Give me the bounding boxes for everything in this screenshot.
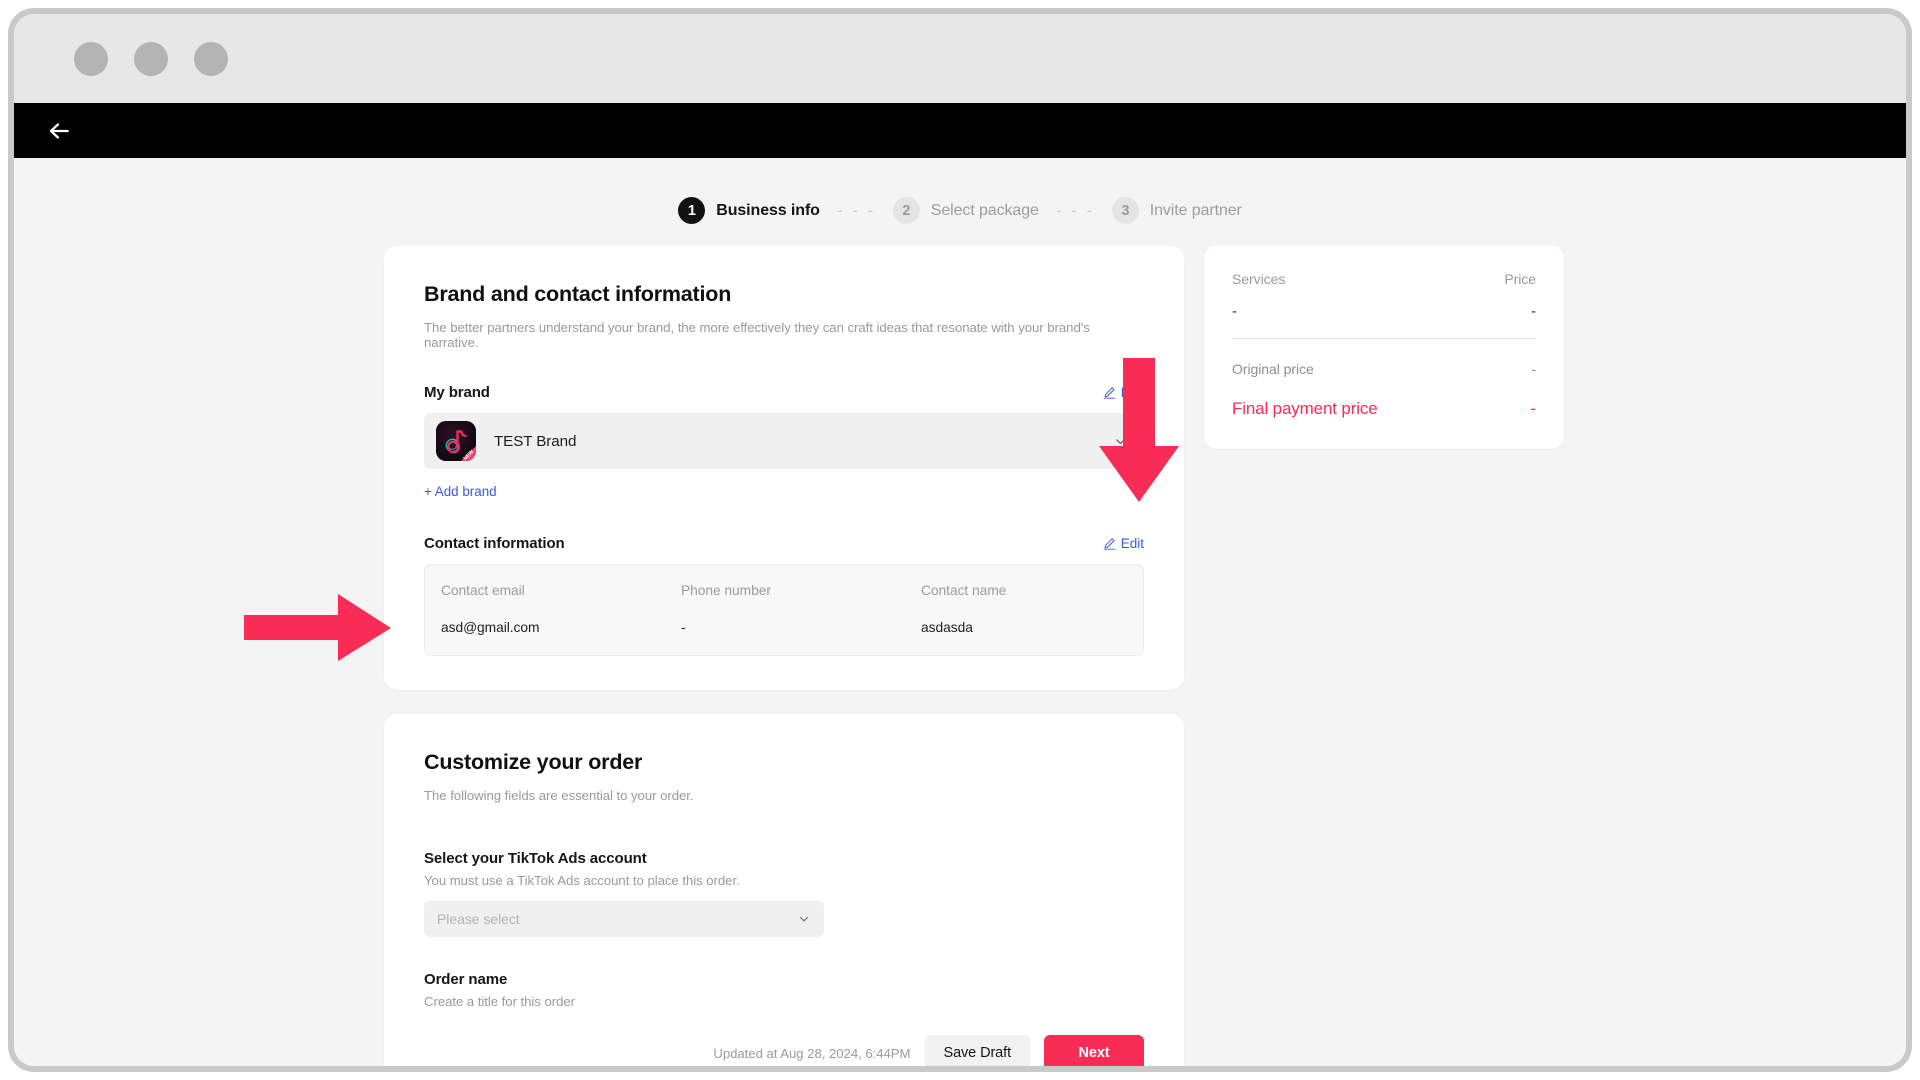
browser-window: 1 Business info - - - 2 Select package -… [8,8,1912,1072]
contact-info-label: Contact information [424,535,565,552]
minimize-dot[interactable] [134,41,168,76]
final-price-row: Final payment price - [1232,399,1536,419]
edit-brand-button[interactable]: Edit [1103,385,1144,400]
order-card-subtitle: The following fields are essential to yo… [424,788,694,803]
progress-stepper: 1 Business info - - - 2 Select package -… [14,158,1906,224]
ads-account-help: You must use a TikTok Ads account to pla… [424,873,740,888]
contact-name-header: Contact name [921,583,1007,598]
step-1-number: 1 [678,197,706,224]
edit-brand-label: Edit [1120,385,1144,400]
step-3-label: Invite partner [1149,201,1242,219]
step-2-label: Select package [930,201,1039,219]
step-separator-1: - - - [836,200,876,220]
original-price-label: Original price [1232,361,1314,377]
order-name-help: Create a title for this order [424,994,576,1009]
summary-header-row: Services Price [1232,271,1536,287]
customize-order-card: Customize your order The following field… [384,714,1184,1066]
add-brand-button[interactable]: + Add brand [424,484,497,499]
services-value: - [1232,304,1237,320]
ads-account-field: Select your TikTok Ads account You must … [424,850,1144,937]
order-card-title: Customize your order [424,750,643,774]
main-content: Brand and contact information The better… [14,246,1906,1066]
brand-contact-card: Brand and contact information The better… [384,246,1184,690]
final-price-value: - [1530,399,1536,418]
my-brand-header-row: My brand Edit [424,384,1144,401]
chevron-down-icon[interactable] [1113,434,1128,449]
contact-column-name: Contact name asdasda [921,583,1161,635]
step-3-number: 3 [1111,197,1139,224]
left-column: Brand and contact information The better… [384,246,1184,1066]
step-2-number: 2 [892,197,920,224]
back-button[interactable] [42,114,76,148]
price-header: Price [1504,271,1536,287]
maximize-dot[interactable] [194,41,228,76]
final-price-label: Final payment price [1232,399,1378,418]
contact-email-header: Contact email [441,583,525,598]
order-footer-bar: Updated at Aug 28, 2024, 6:44PM Save Dra… [384,1021,1184,1066]
contact-phone-value: - [681,620,686,635]
original-price-row: Original price - [1232,361,1536,377]
step-business-info[interactable]: 1 Business info [678,197,820,224]
brand-card-subtitle: The better partners understand your bran… [424,320,1090,350]
ads-account-label: Select your TikTok Ads account [424,850,647,867]
services-header: Services [1232,271,1286,287]
tiktok-note-icon: NEW [436,421,476,461]
step-1-label: Business info [716,201,820,219]
updated-timestamp: Updated at Aug 28, 2024, 6:44PM [713,1045,911,1061]
contact-column-email: Contact email asd@gmail.com [441,583,681,635]
ads-account-placeholder: Please select [437,911,520,927]
contact-details-table: Contact email asd@gmail.com Phone number… [424,564,1144,656]
next-button[interactable]: Next [1044,1034,1144,1066]
order-name-label: Order name [424,971,508,988]
my-brand-label: My brand [424,384,490,401]
contact-phone-header: Phone number [681,583,771,598]
step-separator-2: - - - [1055,200,1095,220]
step-invite-partner[interactable]: 3 Invite partner [1111,197,1242,224]
pencil-icon [1103,538,1116,550]
browser-titlebar [14,14,1906,103]
page-body: 1 Business info - - - 2 Select package -… [14,158,1906,1066]
edit-contact-label: Edit [1120,536,1144,551]
contact-header-row: Contact information Edit [424,535,1144,552]
close-dot[interactable] [74,41,108,76]
step-select-package[interactable]: 2 Select package [892,197,1039,224]
order-summary-card: Services Price - - Original price - Fina… [1204,246,1564,449]
ads-account-select[interactable]: Please select [424,901,824,937]
app-header-bar [14,103,1906,158]
original-price-value: - [1531,361,1536,377]
contact-column-phone: Phone number - [681,583,921,635]
save-draft-button[interactable]: Save Draft [924,1034,1030,1066]
edit-contact-button[interactable]: Edit [1103,536,1144,551]
pencil-icon [1103,387,1116,399]
price-value: - [1531,304,1536,320]
summary-values-row: - - [1232,304,1536,320]
brand-name-label: TEST Brand [494,432,577,450]
brand-avatar: NEW [436,421,476,461]
contact-name-value: asdasda [921,620,973,635]
summary-divider [1232,338,1536,339]
arrow-left-icon [49,122,69,139]
brand-selector-row[interactable]: NEW TEST Brand [424,413,1144,469]
order-name-field: Order name Create a title for this order [424,971,1144,1009]
contact-email-value: asd@gmail.com [441,620,540,635]
brand-card-title: Brand and contact information [424,282,732,306]
chevron-down-icon [799,916,809,922]
